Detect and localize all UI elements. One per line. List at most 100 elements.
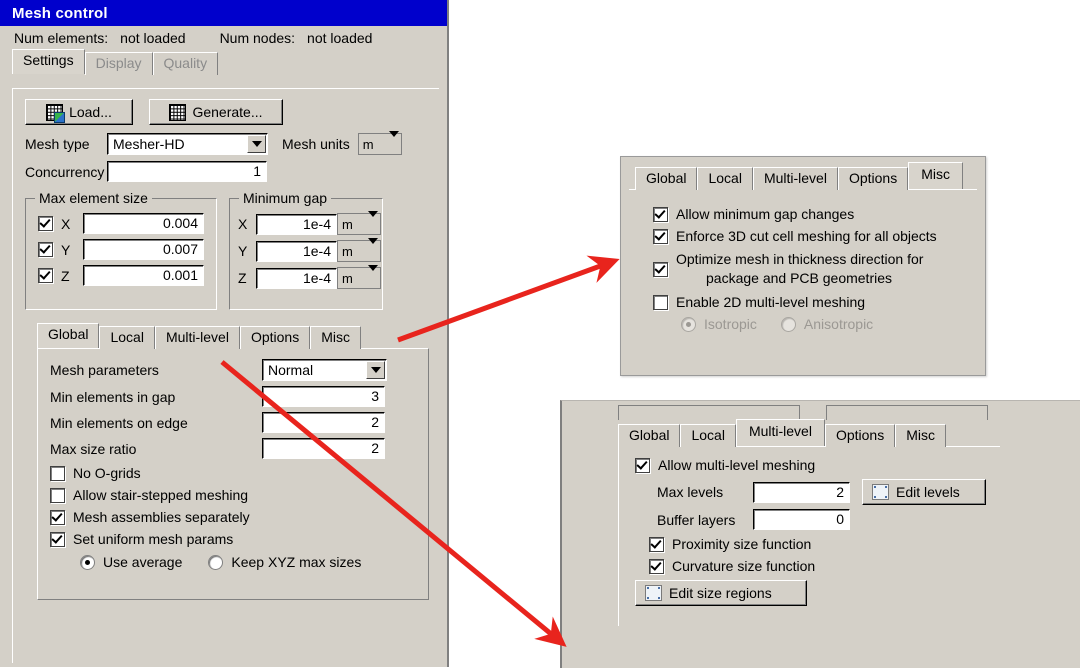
- subtab-options[interactable]: Options: [239, 326, 311, 349]
- use-average-radio[interactable]: [80, 554, 95, 570]
- isotropic-label: Isotropic: [704, 316, 757, 332]
- minimum-gap-row-z: Z 1e-4 m: [238, 264, 382, 289]
- max-size-y-input[interactable]: 0.007: [83, 239, 204, 260]
- subtab-misc[interactable]: Misc: [310, 326, 361, 349]
- misc-panel-tab-misc[interactable]: Misc: [908, 162, 963, 189]
- min-elements-in-gap-input[interactable]: 3: [262, 386, 385, 407]
- max-size-ratio-input[interactable]: 2: [262, 438, 385, 459]
- ml-panel-tab-local[interactable]: Local: [680, 424, 736, 447]
- allow-stair-stepped-row[interactable]: Allow stair-stepped meshing: [50, 487, 416, 503]
- min-gap-x-input[interactable]: 1e-4: [256, 213, 337, 235]
- subtab-local[interactable]: Local: [99, 326, 155, 349]
- load-button[interactable]: Load...: [25, 99, 133, 125]
- chevron-down-icon[interactable]: [368, 210, 378, 232]
- min-elements-on-edge-input[interactable]: 2: [262, 412, 385, 433]
- edit-levels-button[interactable]: Edit levels: [862, 479, 986, 505]
- misc-panel-tab-local[interactable]: Local: [697, 167, 753, 190]
- misc-tab-panel: Global Local Multi-level Options Misc Al…: [620, 156, 986, 376]
- max-element-size-row-x: X 0.004: [38, 213, 216, 234]
- set-uniform-mesh-params-checkbox[interactable]: [50, 531, 65, 547]
- ml-panel-tab-local-label: Local: [691, 427, 725, 443]
- optimize-mesh-thickness-row[interactable]: Optimize mesh in thickness direction for…: [653, 250, 977, 288]
- isotropic-radio[interactable]: [681, 316, 696, 332]
- no-o-grids-checkbox[interactable]: [50, 465, 65, 481]
- enforce-3d-cut-cell-checkbox[interactable]: [653, 228, 668, 244]
- curvature-size-function-row[interactable]: Curvature size function: [649, 558, 1000, 574]
- chevron-down-icon[interactable]: [368, 237, 378, 259]
- axis-label-x: X: [61, 215, 71, 232]
- anisotropic-radio[interactable]: [780, 316, 796, 332]
- num-elements-label: Num elements:: [14, 30, 109, 46]
- min-gap-z-unit-select[interactable]: m: [337, 264, 381, 289]
- chevron-down-icon[interactable]: [366, 361, 385, 379]
- mesh-units-select[interactable]: m: [357, 130, 402, 155]
- multi-level-tab-panel: Global Local Multi-level Options Misc Al…: [560, 400, 1080, 668]
- set-uniform-mesh-params-row[interactable]: Set uniform mesh params: [50, 531, 416, 547]
- misc-panel-tab-options[interactable]: Options: [837, 167, 909, 190]
- ml-panel-tab-global[interactable]: Global: [618, 424, 681, 447]
- tab-settings[interactable]: Settings: [12, 49, 85, 74]
- max-size-x-checkbox[interactable]: [38, 216, 53, 231]
- max-levels-label: Max levels: [657, 484, 724, 500]
- stub-right: [826, 405, 988, 420]
- allow-stair-stepped-checkbox[interactable]: [50, 487, 65, 503]
- minimum-gap-row-x: X 1e-4 m: [238, 210, 382, 235]
- mesh-assemblies-row[interactable]: Mesh assemblies separately: [50, 509, 416, 525]
- mesh-units-label: Mesh units: [282, 136, 350, 152]
- allow-multi-level-meshing-row[interactable]: Allow multi-level meshing: [635, 457, 1000, 473]
- chevron-down-icon[interactable]: [247, 135, 266, 153]
- generate-button[interactable]: Generate...: [149, 99, 283, 125]
- subtab-global[interactable]: Global: [37, 323, 100, 348]
- max-size-z-input[interactable]: 0.001: [83, 265, 204, 286]
- mesh-type-select[interactable]: Mesher-HD: [107, 133, 268, 155]
- keep-xyz-max-sizes-radio[interactable]: [208, 554, 224, 570]
- mesh-parameters-select[interactable]: Normal: [262, 359, 387, 381]
- minimum-gap-row-y: Y 1e-4 m: [238, 237, 382, 262]
- min-gap-x-unit-select[interactable]: m: [337, 210, 381, 235]
- enable-2d-multi-level-row[interactable]: Enable 2D multi-level meshing: [653, 294, 977, 310]
- max-size-y-checkbox[interactable]: [38, 242, 53, 257]
- min-gap-y-input[interactable]: 1e-4: [256, 240, 337, 262]
- max-size-y-value: 0.007: [162, 241, 198, 257]
- chevron-down-icon[interactable]: [368, 264, 378, 286]
- proximity-size-function-label: Proximity size function: [672, 536, 812, 552]
- no-o-grids-row[interactable]: No O-grids: [50, 465, 416, 481]
- ml-panel-tab-options[interactable]: Options: [824, 424, 896, 447]
- allow-multi-level-meshing-checkbox[interactable]: [635, 457, 650, 473]
- keep-xyz-max-sizes-label: Keep XYZ max sizes: [231, 554, 362, 570]
- max-size-x-value: 0.004: [162, 215, 198, 231]
- optimize-mesh-thickness-checkbox[interactable]: [653, 261, 668, 277]
- edit-size-regions-button[interactable]: Edit size regions: [635, 580, 807, 606]
- curvature-size-function-label: Curvature size function: [672, 558, 816, 574]
- min-gap-z-value: 1e-4: [302, 269, 331, 286]
- misc-panel-tab-global[interactable]: Global: [635, 167, 698, 190]
- misc-panel-tab-global-label: Global: [646, 170, 687, 186]
- max-size-x-input[interactable]: 0.004: [83, 213, 204, 234]
- min-gap-y-unit-select[interactable]: m: [337, 237, 381, 262]
- proximity-size-function-checkbox[interactable]: [649, 536, 664, 552]
- misc-panel-tab-multi-level[interactable]: Multi-level: [752, 167, 838, 190]
- proximity-size-function-row[interactable]: Proximity size function: [649, 536, 1000, 552]
- tab-quality[interactable]: Quality: [152, 52, 219, 75]
- subtab-multi-level[interactable]: Multi-level: [154, 326, 240, 349]
- allow-minimum-gap-changes-checkbox[interactable]: [653, 206, 668, 222]
- mesh-assemblies-checkbox[interactable]: [50, 509, 65, 525]
- ml-panel-tab-multi-level-label: Multi-level: [748, 423, 812, 439]
- curvature-size-function-checkbox[interactable]: [649, 558, 664, 574]
- ml-panel-tab-misc[interactable]: Misc: [895, 424, 946, 447]
- max-levels-input[interactable]: 2: [753, 481, 850, 503]
- min-elements-on-edge-value: 2: [371, 414, 379, 430]
- min-gap-z-input[interactable]: 1e-4: [256, 267, 337, 289]
- allow-minimum-gap-changes-row[interactable]: Allow minimum gap changes: [653, 206, 977, 222]
- chevron-down-icon[interactable]: [388, 130, 399, 152]
- ml-panel-tab-multi-level[interactable]: Multi-level: [735, 419, 825, 446]
- max-size-z-checkbox[interactable]: [38, 268, 53, 283]
- concurrency-label: Concurrency: [25, 163, 105, 180]
- buffer-layers-input[interactable]: 0: [753, 509, 850, 530]
- enforce-3d-cut-cell-row[interactable]: Enforce 3D cut cell meshing for all obje…: [653, 228, 977, 244]
- concurrency-input[interactable]: 1: [107, 161, 267, 182]
- enable-2d-multi-level-checkbox[interactable]: [653, 294, 668, 310]
- ml-panel-tab-misc-label: Misc: [906, 427, 935, 443]
- tab-display[interactable]: Display: [84, 52, 153, 75]
- window-title: Mesh control: [12, 4, 108, 22]
